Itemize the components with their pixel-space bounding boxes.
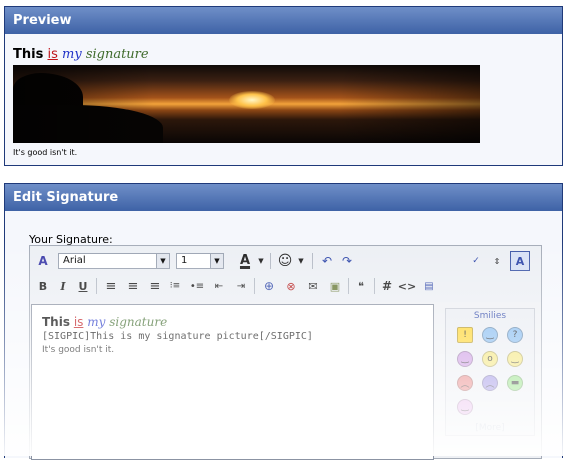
resize-icon[interactable]: ⇕ (488, 252, 506, 270)
warning-smiley-icon[interactable]: ! (457, 327, 473, 343)
toolbar-divider (312, 253, 313, 269)
html-icon[interactable]: <> (398, 277, 416, 295)
edit-signature-panel: Edit Signature Your Signature: A Arial ▼… (4, 183, 563, 460)
editor-toolbar: A Arial ▼ 1 ▼ A ▼ ☺ ▼ ↶ ↷ ✓ ⇕ A B I U ≡ … (30, 246, 541, 302)
italic-icon[interactable]: I (54, 277, 72, 295)
ta-word-this: This (42, 315, 70, 329)
smile-smiley-icon[interactable]: ‿ (507, 351, 523, 367)
tongue-smiley-icon[interactable]: ‿ (457, 399, 473, 415)
quote-icon[interactable]: ❝ (352, 277, 370, 295)
php-icon[interactable]: ▤ (420, 277, 438, 295)
size-select-value: 1 (181, 255, 188, 266)
toolbar-divider (348, 278, 349, 294)
toolbar-divider (96, 278, 97, 294)
surprised-smiley-icon[interactable]: o (482, 351, 498, 367)
remove-format-icon[interactable]: A (34, 252, 52, 270)
underline-icon[interactable]: U (74, 277, 92, 295)
smilies-more-link[interactable]: [More] (446, 423, 534, 433)
email-icon[interactable]: ✉ (304, 277, 322, 295)
preview-header: Preview (5, 7, 562, 34)
confused-smiley-icon[interactable]: ? (507, 327, 523, 343)
textarea-line-sigpic: [SIGPIC]This is my signature picture[/SI… (42, 331, 313, 342)
align-left-icon[interactable]: ≡ (102, 277, 120, 295)
toolbar-divider (270, 253, 271, 269)
edit-header: Edit Signature (5, 184, 562, 211)
signature-textarea[interactable]: This is my signature [SIGPIC]This is my … (31, 304, 434, 460)
wysiwyg-mode-icon[interactable]: A (510, 251, 530, 271)
toolbar-divider (254, 278, 255, 294)
undo-icon[interactable]: ↶ (318, 252, 336, 270)
happy-smiley-icon[interactable]: ‿ (482, 327, 498, 343)
unlink-icon[interactable]: ⊗ (282, 277, 300, 295)
bold-icon[interactable]: B (34, 277, 52, 295)
textarea-line-caption: It's good isn't it. (42, 345, 115, 355)
preview-caption: It's good isn't it. (13, 148, 78, 157)
ta-word-my: my (87, 315, 106, 329)
numbered-list-icon[interactable]: ⁝≡ (166, 277, 184, 295)
mad-smiley-icon[interactable]: ︵ (457, 375, 473, 391)
smilies-title: Smilies (473, 311, 507, 321)
ta-word-is: is (73, 315, 84, 329)
signature-editor: A Arial ▼ 1 ▼ A ▼ ☺ ▼ ↶ ↷ ✓ ⇕ A B I U ≡ … (29, 245, 542, 460)
sig-word-my: my (62, 47, 82, 62)
preview-signature-text: This is my signature (13, 47, 149, 62)
ta-word-signature: signature (109, 315, 168, 329)
chevron-down-icon[interactable]: ▼ (156, 254, 169, 268)
redo-icon[interactable]: ↷ (338, 252, 356, 270)
align-right-icon[interactable]: ≡ (146, 277, 164, 295)
sig-word-is: is (47, 47, 58, 62)
wink-smiley-icon[interactable]: ‿ (457, 351, 473, 367)
chevron-down-icon[interactable]: ▼ (292, 252, 310, 270)
align-center-icon[interactable]: ≡ (124, 277, 142, 295)
sig-word-signature: signature (85, 47, 149, 62)
preview-panel: Preview This is my signature It's good i… (4, 6, 563, 166)
spellcheck-icon[interactable]: ✓ (467, 252, 485, 270)
font-select-value: Arial (63, 255, 86, 266)
sig-word-this: This (13, 47, 44, 62)
link-icon[interactable]: ⊕ (260, 277, 278, 295)
grin-smiley-icon[interactable]: ▬ (507, 375, 523, 391)
code-icon[interactable]: # (378, 277, 396, 295)
chevron-down-icon[interactable]: ▼ (210, 254, 223, 268)
font-select[interactable]: Arial ▼ (58, 253, 170, 269)
size-select[interactable]: 1 ▼ (176, 253, 224, 269)
textarea-signature-text: This is my signature (42, 315, 167, 329)
smilies-panel: Smilies ! ‿ ? ‿ o ‿ ︵ ︵ ▬ ‿ [More] (445, 308, 535, 436)
outdent-icon[interactable]: ⇤ (210, 277, 228, 295)
image-icon[interactable]: ▣ (326, 277, 344, 295)
toolbar-divider (374, 278, 375, 294)
indent-icon[interactable]: ⇥ (232, 277, 250, 295)
frown-smiley-icon[interactable]: ︵ (482, 375, 498, 391)
signature-picture (13, 65, 480, 143)
chevron-down-icon[interactable]: ▼ (252, 252, 270, 270)
bullet-list-icon[interactable]: •≡ (188, 277, 206, 295)
